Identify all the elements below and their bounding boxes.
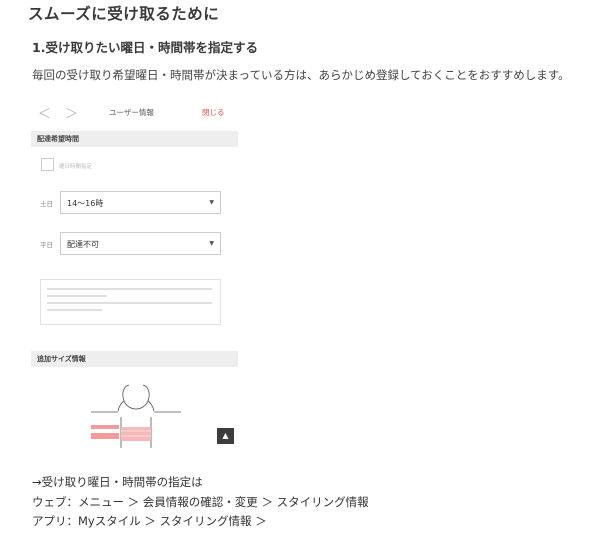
back-chevron-icon[interactable]: ＜ bbox=[38, 103, 51, 122]
weekend-label: 土日 bbox=[40, 200, 53, 208]
instruction-line-1: →受け取り曜日・時間帯の指定は bbox=[32, 475, 203, 489]
delivery-section-header: 配達希望時間 bbox=[31, 131, 238, 147]
weekday-time-value: 配達不可 bbox=[67, 240, 99, 249]
forward-chevron-icon[interactable]: ＞ bbox=[65, 103, 78, 122]
time-specify-label: 曜日時間指定 bbox=[59, 164, 93, 170]
placeholder-line bbox=[47, 309, 102, 311]
placeholder-line bbox=[47, 302, 212, 304]
phone-screenshot: ＜ ＞ ユーザー情報 閉じる 配達希望時間 曜日時間指定 土日 14〜16時 ▼… bbox=[31, 98, 238, 448]
weekday-time-select[interactable]: 配達不可 ▼ bbox=[60, 232, 221, 255]
close-button[interactable]: 閉じる bbox=[202, 107, 225, 118]
note-textarea[interactable] bbox=[40, 279, 221, 325]
chevron-down-icon: ▼ bbox=[209, 199, 214, 206]
time-specify-checkbox[interactable] bbox=[41, 158, 54, 171]
instruction-line-3: アプリ：Myスタイル ＞ スタイリング情報 ＞ bbox=[32, 514, 267, 528]
placeholder-line bbox=[47, 288, 212, 290]
weekday-label: 平日 bbox=[40, 241, 53, 249]
placeholder-line bbox=[47, 295, 107, 297]
article-title: スムーズに受け取るために bbox=[28, 5, 220, 23]
delivery-section-title: 配達希望時間 bbox=[37, 135, 79, 143]
section-heading: 1.受け取りたい曜日・時間帯を指定する bbox=[32, 40, 258, 55]
size-section-header: 追加サイズ情報 bbox=[31, 351, 238, 367]
scroll-to-top-button[interactable]: ▲ bbox=[217, 428, 234, 444]
body-measurement-illustration bbox=[91, 384, 181, 448]
nav-title: ユーザー情報 bbox=[109, 108, 154, 117]
chevron-down-icon: ▼ bbox=[209, 240, 214, 247]
weekend-time-select[interactable]: 14〜16時 ▼ bbox=[60, 191, 221, 214]
instruction-line-2: ウェブ：メニュー ＞ 会員情報の確認・変更 ＞ スタイリング情報 bbox=[32, 495, 369, 509]
size-section-title: 追加サイズ情報 bbox=[37, 355, 86, 363]
weekend-time-value: 14〜16時 bbox=[67, 199, 104, 208]
app-nav-bar: ＜ ＞ ユーザー情報 閉じる bbox=[31, 98, 238, 124]
intro-text: 毎回の受け取り希望曜日・時間帯が決まっている方は、あらかじめ登録しておくことをお… bbox=[32, 68, 570, 82]
